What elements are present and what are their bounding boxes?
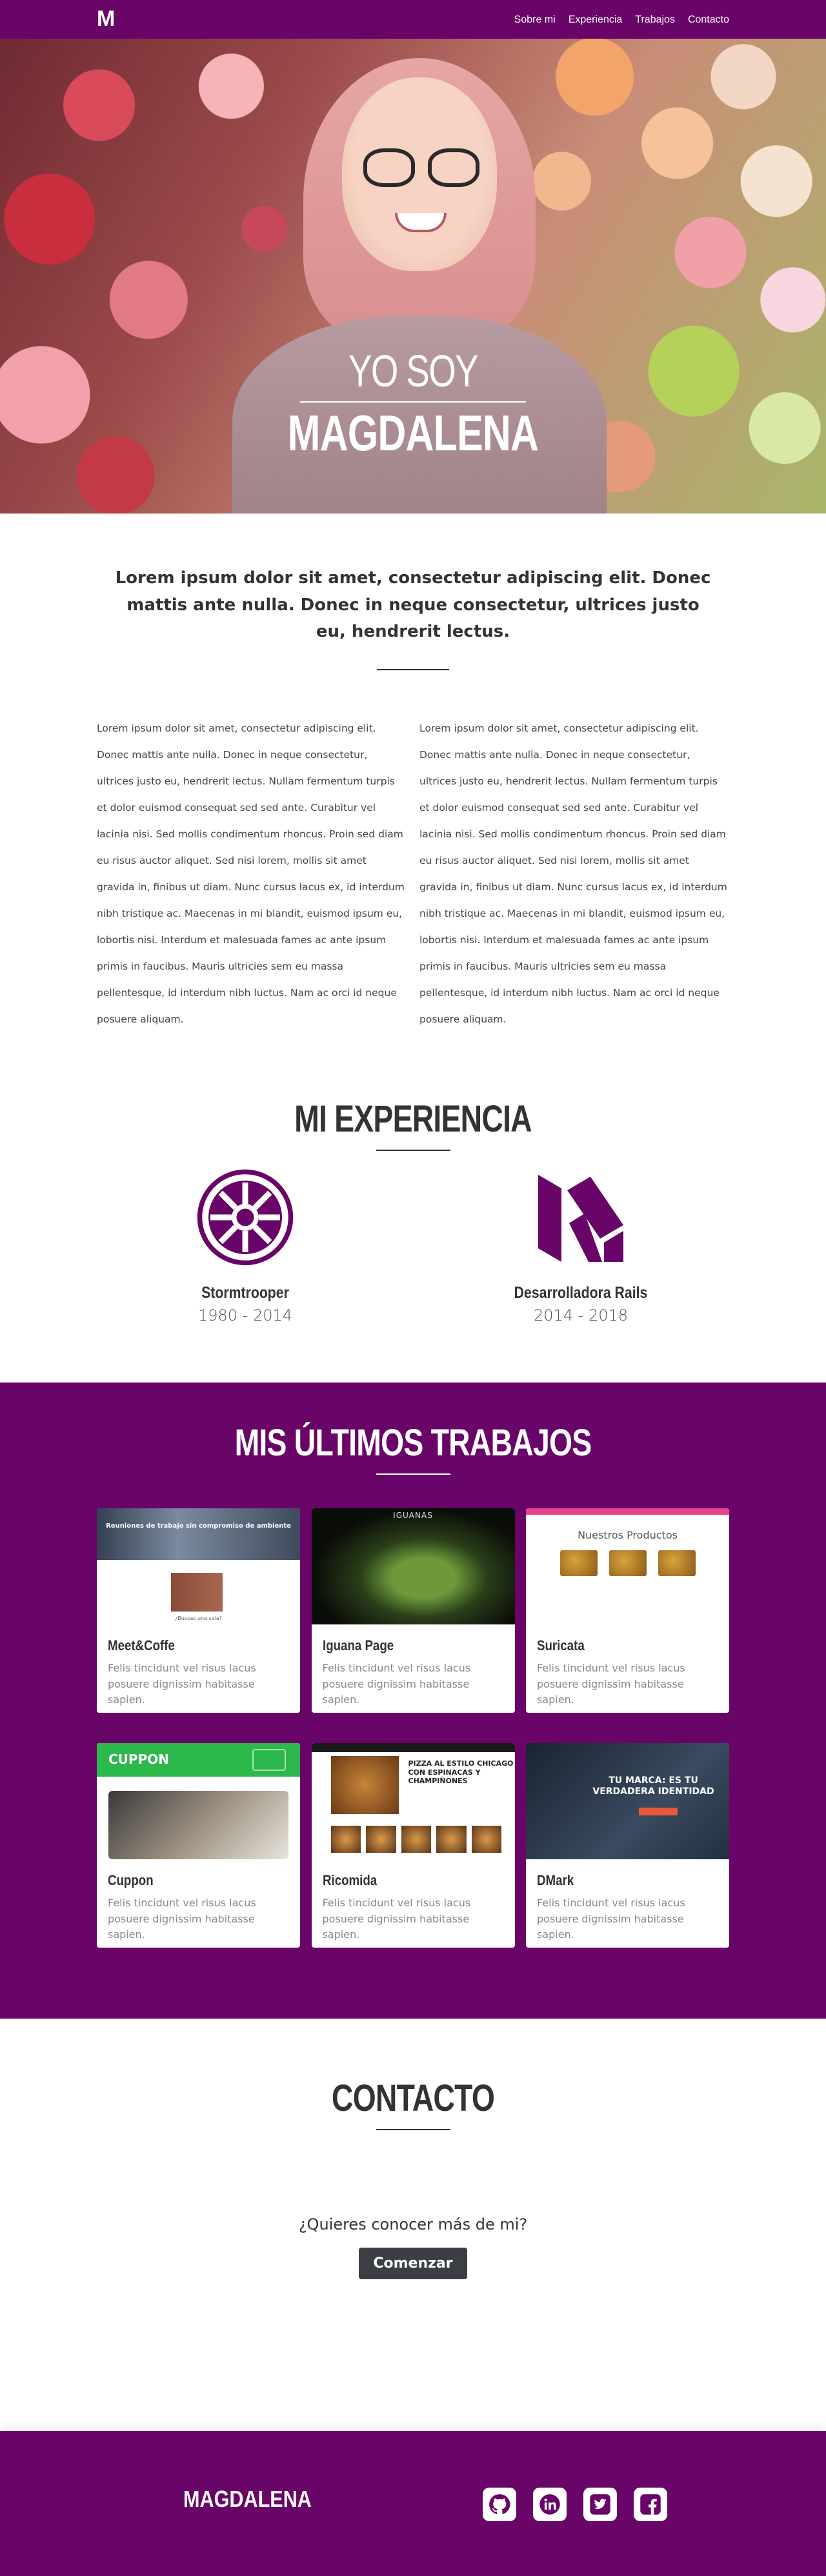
works-section: MIS ÚLTIMOS TRABAJOS Reuniones de trabaj…	[0, 1382, 826, 2019]
experience-title: MI EXPERIENCIA	[294, 1097, 532, 1140]
experience-item: Stormtrooper 1980 - 2014	[165, 1169, 326, 1324]
thumb-heading: CUPPON	[108, 1751, 169, 1767]
experience-list: Stormtrooper 1980 - 2014 Desarrolladora …	[0, 1169, 826, 1324]
thumb-heading: IGUANAS	[393, 1510, 433, 1520]
experience-name: Desarrolladora Rails	[514, 1283, 648, 1302]
work-description: Felis tincidunt vel risus lacus posuere …	[108, 1661, 256, 1706]
hero-subtitle: YO SOY	[348, 346, 479, 396]
about-section: Lorem ipsum dolor sit amet, consectetur …	[0, 514, 826, 1091]
experience-item: Desarrolladora Rails 2014 - 2018	[500, 1169, 661, 1324]
nav-item-trabajos[interactable]: Trabajos	[635, 14, 675, 25]
work-name: Iguana Page	[322, 1637, 394, 1653]
contact-section: CONTACTO ¿Quieres conocer más de mi? Com…	[0, 2019, 826, 2431]
nav-menu: Sobre mi Experiencia Trabajos Contacto	[514, 13, 729, 26]
footer-brand: MAGDALENA	[183, 2485, 312, 2512]
experience-divider	[376, 1149, 450, 1151]
contact-divider	[376, 2128, 450, 2130]
work-card-iguana-page[interactable]: IGUANAS Iguana Page Felis tincidunt vel …	[311, 1508, 515, 1713]
about-column-right: Lorem ipsum dolor sit amet, consectetur …	[419, 722, 727, 1025]
contact-question: ¿Quieres conocer más de mi?	[298, 2215, 528, 2233]
work-thumbnail: Nuestros Productos	[526, 1508, 729, 1624]
work-name: Cuppon	[108, 1872, 154, 1888]
galactic-empire-icon	[197, 1169, 294, 1266]
work-card-cuppon[interactable]: CUPPON Cuppon Felis tincidunt vel risus …	[97, 1742, 300, 1948]
nav-item-experiencia[interactable]: Experiencia	[569, 14, 623, 25]
footer: MAGDALENA	[0, 2430, 826, 2576]
work-thumbnail: Reuniones de trabajo sin compromiso de a…	[97, 1508, 300, 1624]
about-columns: Lorem ipsum dolor sit amet, consectetur …	[97, 715, 729, 1033]
experience-name: Stormtrooper	[201, 1283, 289, 1302]
social-links	[483, 2487, 667, 2521]
work-description: Felis tincidunt vel risus lacus posuere …	[537, 1661, 685, 1706]
menu-icon	[252, 1748, 286, 1771]
experience-years: 1980 - 2014	[197, 1306, 293, 1324]
work-description: Felis tincidunt vel risus lacus posuere …	[322, 1661, 471, 1706]
facebook-icon[interactable]	[634, 2487, 667, 2521]
start-button[interactable]: Comenzar	[359, 2247, 467, 2279]
work-thumbnail: CUPPON	[97, 1742, 300, 1859]
work-card-meet-coffe[interactable]: Reuniones de trabajo sin compromiso de a…	[97, 1508, 300, 1713]
linkedin-icon[interactable]	[533, 2487, 567, 2521]
works-divider	[376, 1473, 450, 1475]
work-description: Felis tincidunt vel risus lacus posuere …	[108, 1896, 256, 1941]
hero-banner: YO SOY MAGDALENA	[0, 39, 826, 514]
hero-title-block: YO SOY MAGDALENA	[0, 348, 826, 458]
work-thumbnail: TU MARCA: ES TU VERDADERA IDENTIDAD	[526, 1742, 729, 1859]
m-logo-icon	[538, 1174, 623, 1262]
work-name: Ricomida	[322, 1872, 377, 1888]
hero-photo-glasses	[363, 148, 479, 187]
thumb-heading: Reuniones de trabajo sin compromiso de a…	[106, 1522, 291, 1530]
about-column-left: Lorem ipsum dolor sit amet, consectetur …	[97, 722, 405, 1025]
experience-section: MI EXPERIENCIA Stormtrooper 1980 - 2014 …	[0, 1091, 826, 1383]
brand-logo[interactable]: M	[97, 6, 115, 32]
navbar: M Sobre mi Experiencia Trabajos Contacto	[0, 0, 826, 39]
thumb-caption: ¿Buscas una sala?	[174, 1615, 222, 1621]
hero-divider	[300, 401, 526, 403]
work-description: Felis tincidunt vel risus lacus posuere …	[322, 1896, 471, 1941]
github-icon[interactable]	[483, 2487, 516, 2521]
works-title: MIS ÚLTIMOS TRABAJOS	[234, 1421, 592, 1464]
twitter-icon[interactable]	[583, 2487, 617, 2521]
work-card-suricata[interactable]: Nuestros Productos Suricata Felis tincid…	[526, 1508, 729, 1713]
work-name: Suricata	[537, 1637, 585, 1653]
work-description: Felis tincidunt vel risus lacus posuere …	[537, 1896, 685, 1941]
works-grid: Reuniones de trabajo sin compromiso de a…	[97, 1508, 729, 1948]
hero-title: MAGDALENA	[287, 404, 539, 461]
thumb-heading: PIZZA AL ESTILO CHICAGO CON ESPINACAS Y …	[408, 1759, 514, 1786]
about-lead: Lorem ipsum dolor sit amet, consectetur …	[115, 568, 711, 642]
thumb-heading: TU MARCA: ES TU VERDADERA IDENTIDAD	[592, 1775, 714, 1797]
work-name: Meet&Coffe	[108, 1637, 175, 1653]
nav-item-sobre-mi[interactable]: Sobre mi	[514, 14, 556, 25]
experience-years: 2014 - 2018	[533, 1306, 629, 1324]
thumb-heading: Nuestros Productos	[578, 1528, 678, 1541]
contact-title: CONTACTO	[331, 2077, 495, 2119]
about-divider	[377, 668, 449, 670]
work-card-dmark[interactable]: TU MARCA: ES TU VERDADERA IDENTIDAD DMar…	[526, 1742, 729, 1948]
work-name: DMark	[537, 1872, 574, 1888]
work-thumbnail: IGUANAS	[311, 1508, 515, 1624]
nav-item-contacto[interactable]: Contacto	[688, 14, 729, 25]
work-card-ricomida[interactable]: PIZZA AL ESTILO CHICAGO CON ESPINACAS Y …	[311, 1742, 515, 1948]
work-thumbnail: PIZZA AL ESTILO CHICAGO CON ESPINACAS Y …	[311, 1742, 515, 1859]
